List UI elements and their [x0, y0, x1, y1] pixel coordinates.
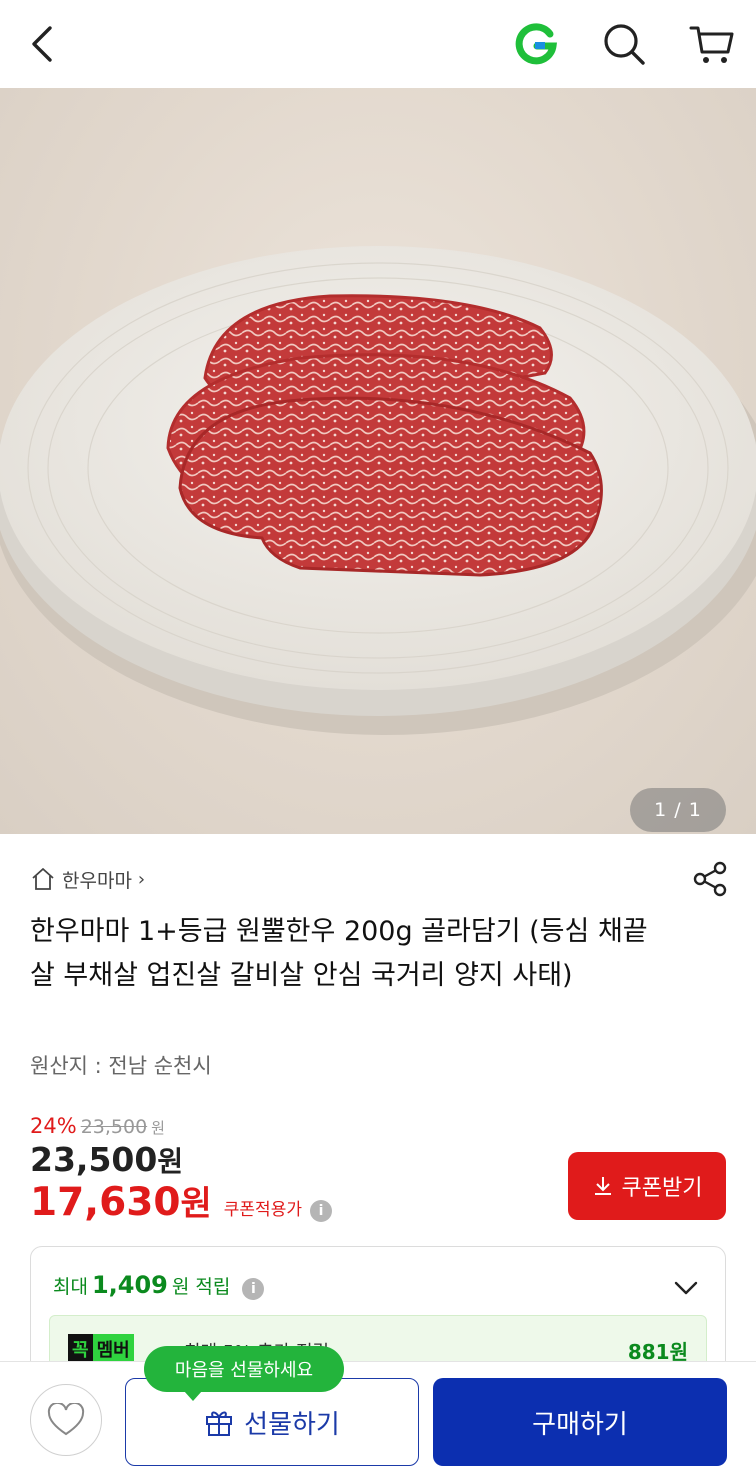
discount-row: 24% 23,500 원 — [30, 1114, 165, 1138]
seller-link[interactable]: 한우마마 › — [30, 864, 145, 894]
coupon-price-label: 쿠폰적용가 — [223, 1200, 302, 1220]
product-image[interactable]: 1 / 1 — [0, 88, 756, 834]
bottom-action-bar: 선물하기 구매하기 — [0, 1361, 756, 1483]
origin-text: 원산지 : 전남 순천시 — [30, 1054, 212, 1078]
image-pager: 1 / 1 — [630, 788, 726, 832]
sale-price: 23,500원 — [30, 1140, 183, 1180]
coupon-download-button[interactable]: 쿠폰받기 — [568, 1152, 726, 1220]
coupon-price-unit: 원 — [180, 1184, 212, 1224]
back-chevron-icon[interactable] — [22, 22, 66, 66]
points-prefix: 최대 — [53, 1276, 88, 1298]
cart-icon[interactable] — [688, 20, 736, 68]
discount-rate: 24% — [30, 1114, 77, 1138]
chevron-down-icon[interactable] — [671, 1273, 701, 1303]
points-suffix: 원 적립 — [171, 1276, 231, 1298]
coupon-price: 17,630 원 쿠폰적용가 i — [30, 1176, 332, 1225]
top-bar — [0, 0, 756, 88]
share-icon[interactable] — [692, 860, 730, 898]
gift-tooltip-bubble: 마음을 선물하세요 — [144, 1346, 344, 1401]
coupon-button-label: 쿠폰받기 — [621, 1175, 703, 1200]
search-icon[interactable] — [600, 20, 648, 68]
original-price: 23,500 — [80, 1116, 148, 1138]
seller-name: 한우마마 — [62, 869, 132, 892]
product-title: 한우마마 1+등급 원뿔한우 200g 골라담기 (등심 채끝살 부채살 업진살… — [30, 916, 648, 991]
heart-icon — [47, 1403, 85, 1436]
wishlist-button[interactable] — [30, 1384, 102, 1456]
steak-plate-illustration — [0, 246, 756, 735]
info-icon[interactable]: i — [309, 1200, 332, 1222]
gift-button-label: 선물하기 — [244, 1408, 340, 1439]
points-amount: 1,409 — [91, 1271, 168, 1299]
g-logo-icon[interactable] — [512, 20, 560, 68]
gift-icon — [206, 1411, 233, 1436]
points-info-icon[interactable]: i — [242, 1278, 265, 1300]
points-summary: 최대 1,409 원 적립 i — [53, 1271, 265, 1300]
coupon-price-value: 17,630 — [30, 1180, 181, 1225]
home-icon — [32, 868, 54, 890]
original-price-unit: 원 — [151, 1119, 165, 1137]
sale-price-value: 23,500 — [30, 1140, 158, 1179]
buy-button[interactable]: 구매하기 — [433, 1378, 727, 1466]
download-icon — [594, 1177, 611, 1195]
chevron-right-icon: › — [137, 868, 146, 890]
sale-price-unit: 원 — [157, 1145, 184, 1178]
